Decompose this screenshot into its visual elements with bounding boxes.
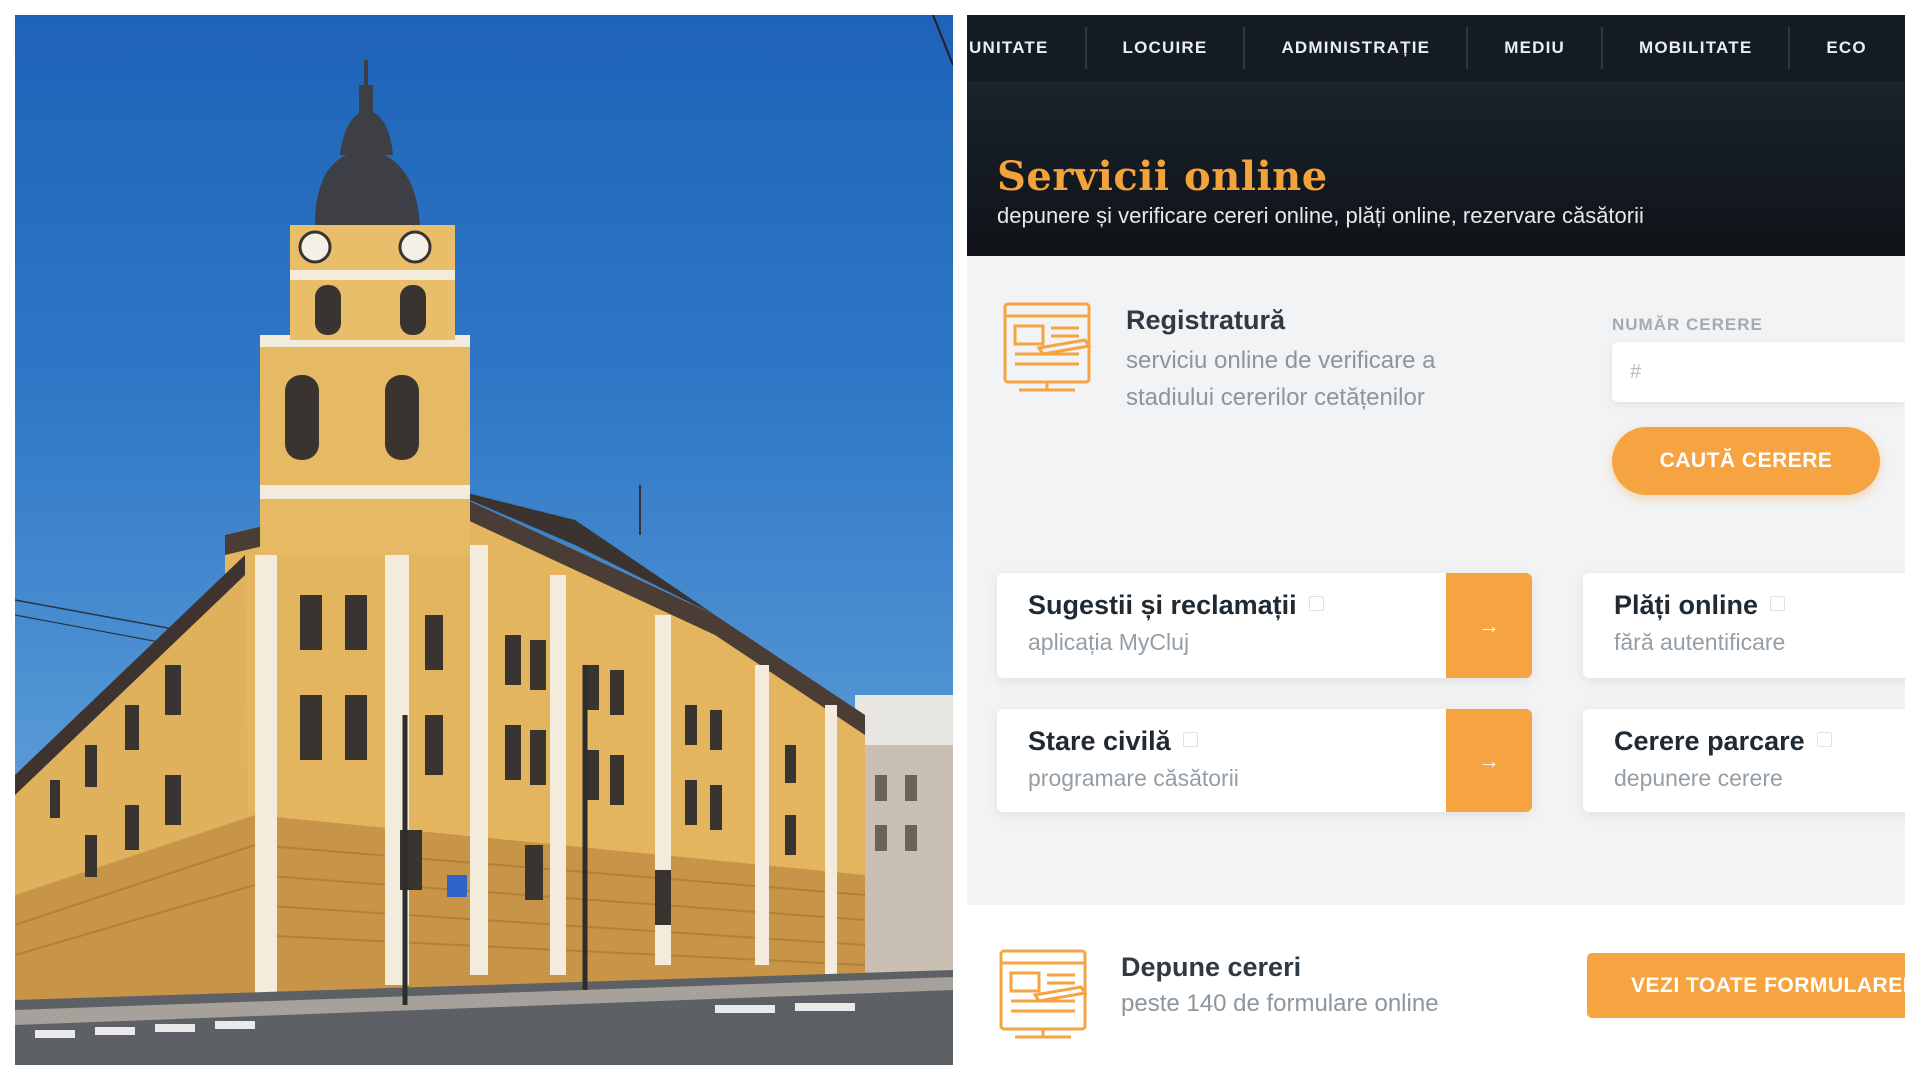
document-form-icon [999, 949, 1088, 1039]
card-subtitle: aplicația MyCluj [1028, 629, 1190, 655]
hero-banner: Servicii online depunere și verificare c… [967, 81, 1905, 256]
document-form-icon [1003, 302, 1092, 392]
city-hall-photo [15, 15, 953, 1065]
view-all-forms-button[interactable]: VEZI TOATE FORMULARELE [1587, 953, 1905, 1018]
card-title: Stare civilă [1028, 726, 1198, 757]
card-title: Sugestii și reclamații [1028, 590, 1324, 621]
request-number-input[interactable] [1612, 342, 1905, 402]
request-number-label: NUMĂR CERERE [1612, 315, 1763, 334]
card-title-text: Plăți online [1614, 590, 1759, 620]
top-navigation: UNITATE LOCUIRE ADMINISTRAȚIE MEDIU MOBI… [967, 15, 1905, 81]
registratura-title: Registratură [1126, 305, 1286, 335]
nav-item-administratie[interactable]: ADMINISTRAȚIE [1245, 27, 1469, 69]
card-subtitle: fără autentificare [1614, 629, 1786, 655]
card-title: Cerere parcare [1614, 726, 1832, 757]
nav-item-eco[interactable]: ECO [1790, 27, 1866, 69]
card-stare-civila[interactable]: Stare civilă programare căsătorii → [997, 709, 1532, 812]
arrow-right-icon[interactable]: → [1446, 709, 1532, 812]
card-title-text: Sugestii și reclamații [1028, 590, 1297, 620]
forms-subtitle: peste 140 de formulare online [1121, 990, 1439, 1017]
card-subtitle: depunere cerere [1614, 765, 1783, 791]
nav-item-mediu[interactable]: MEDIU [1468, 27, 1603, 69]
checkbox-icon [1182, 732, 1198, 747]
registratura-description: serviciu online de verificare a stadiulu… [1126, 347, 1436, 411]
page-title: Servicii online [997, 153, 1328, 200]
card-subtitle: programare căsătorii [1028, 765, 1239, 791]
arrow-right-icon[interactable]: → [1446, 573, 1532, 678]
nav-item-unitate[interactable]: UNITATE [967, 27, 1087, 69]
card-plati-online[interactable]: Plăți online fără autentificare [1583, 573, 1905, 678]
nav-item-locuire[interactable]: LOCUIRE [1087, 27, 1246, 69]
checkbox-icon [1308, 596, 1324, 611]
card-sugestii-reclamatii[interactable]: Sugestii și reclamații aplicația MyCluj … [997, 573, 1532, 678]
nav-item-mobilitate[interactable]: MOBILITATE [1603, 27, 1791, 69]
building-photo [15, 15, 953, 1065]
checkbox-icon [1770, 596, 1786, 611]
checkbox-icon [1816, 732, 1832, 747]
card-title: Plăți online [1614, 590, 1786, 621]
search-request-button[interactable]: CAUTĂ CERERE [1612, 427, 1880, 495]
forms-title: Depune cereri [1121, 952, 1302, 982]
card-cerere-parcare[interactable]: Cerere parcare depunere cerere [1583, 709, 1905, 812]
page-subtitle: depunere și verificare cereri online, pl… [997, 203, 1644, 228]
website-screenshot: UNITATE LOCUIRE ADMINISTRAȚIE MEDIU MOBI… [967, 15, 1905, 1065]
card-title-text: Cerere parcare [1614, 726, 1805, 756]
card-title-text: Stare civilă [1028, 726, 1171, 756]
